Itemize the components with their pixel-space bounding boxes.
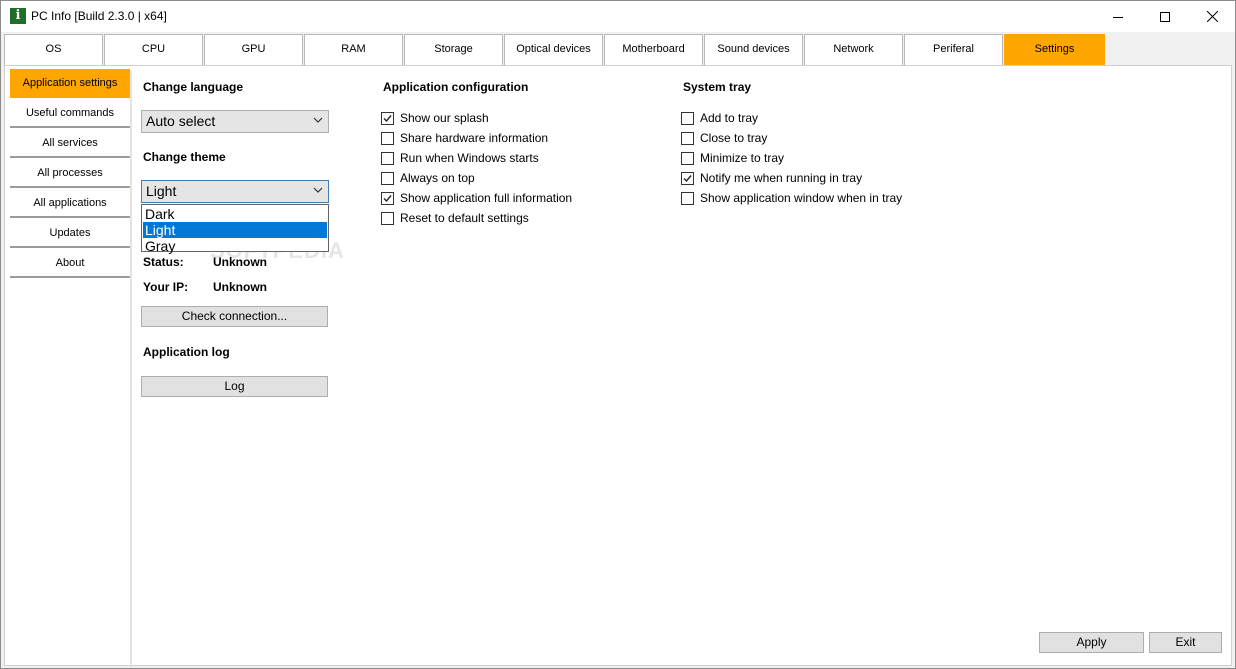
tab-os[interactable]: OS (4, 34, 103, 65)
checkbox-unchecked-icon[interactable] (681, 191, 694, 205)
sidebar-item-all-applications[interactable]: All applications (10, 189, 130, 218)
tray-option-checkbox[interactable]: Add to tray (681, 110, 758, 126)
minimize-button[interactable] (1095, 1, 1141, 32)
close-window-button[interactable] (1189, 1, 1235, 32)
exit-button[interactable]: Exit (1149, 632, 1222, 653)
language-select-value: Auto select (146, 113, 216, 129)
app-config-option-checkbox[interactable]: Show application full information (381, 190, 572, 206)
tray-option-checkbox[interactable]: Close to tray (681, 130, 767, 146)
window-title: PC Info [Build 2.3.0 | x64] (31, 9, 167, 23)
ip-label: Your IP: (143, 280, 189, 294)
tab-ram[interactable]: RAM (304, 34, 403, 65)
tray-option-checkbox[interactable]: Minimize to tray (681, 150, 784, 166)
status-label: Status: (143, 255, 184, 269)
app-config-option-label: Reset to default settings (400, 210, 529, 225)
tab-settings[interactable]: Settings (1004, 34, 1105, 65)
tab-periferal[interactable]: Periferal (904, 34, 1003, 65)
checkbox-unchecked-icon[interactable] (681, 151, 694, 165)
tab-gpu[interactable]: GPU (204, 34, 303, 65)
checkbox-unchecked-icon[interactable] (381, 131, 394, 145)
apply-button[interactable]: Apply (1039, 632, 1144, 653)
checkbox-unchecked-icon[interactable] (381, 211, 394, 225)
app-info-icon: i (10, 8, 26, 24)
theme-select[interactable]: Light (141, 180, 329, 203)
app-config-option-checkbox[interactable]: Reset to default settings (381, 210, 529, 226)
app-config-option-checkbox[interactable]: Always on top (381, 170, 475, 186)
app-config-option-label: Share hardware information (400, 130, 549, 145)
app-config-option-checkbox[interactable]: Share hardware information (381, 130, 548, 146)
theme-select-value: Light (146, 183, 177, 199)
chevron-down-icon (313, 187, 323, 193)
checkbox-checked-icon[interactable] (381, 111, 394, 125)
system-tray-heading: System tray (683, 80, 752, 94)
change-theme-heading: Change theme (143, 150, 226, 164)
tab-cpu[interactable]: CPU (104, 34, 203, 65)
tab-storage[interactable]: Storage (404, 34, 503, 65)
close-icon (1206, 11, 1218, 22)
app-window: i PC Info [Build 2.3.0 | x64] OS CPU GPU… (0, 0, 1236, 669)
application-log-heading: Application log (143, 345, 230, 359)
app-config-option-checkbox[interactable]: Show our splash (381, 110, 489, 126)
check-connection-button[interactable]: Check connection... (141, 306, 328, 327)
tab-optical-devices[interactable]: Optical devices (504, 34, 603, 65)
settings-panel: Application settings Useful commands All… (4, 65, 1232, 667)
tray-option-label: Show application window when in tray (700, 190, 903, 205)
app-config-option-label: Always on top (400, 170, 475, 185)
checkbox-checked-icon[interactable] (381, 191, 394, 205)
tab-network[interactable]: Network (804, 34, 903, 65)
tray-option-label: Minimize to tray (700, 150, 785, 165)
tray-option-checkbox[interactable]: Notify me when running in tray (681, 170, 862, 186)
sidebar-divider (130, 71, 132, 667)
tab-sound-devices[interactable]: Sound devices (704, 34, 803, 65)
sidebar-item-application-settings[interactable]: Application settings (10, 69, 130, 98)
tray-option-label: Close to tray (700, 130, 768, 145)
sidebar-item-about[interactable]: About (10, 249, 130, 278)
theme-dropdown-list: Dark Light Gray (141, 204, 329, 254)
ip-value: Unknown (213, 280, 267, 294)
checkbox-unchecked-icon[interactable] (381, 171, 394, 185)
tray-option-checkbox[interactable]: Show application window when in tray (681, 190, 902, 206)
sidebar-item-all-services[interactable]: All services (10, 129, 130, 158)
app-config-option-checkbox[interactable]: Run when Windows starts (381, 150, 539, 166)
tab-motherboard[interactable]: Motherboard (604, 34, 703, 65)
checkbox-unchecked-icon[interactable] (381, 151, 394, 165)
change-language-heading: Change language (143, 80, 244, 94)
sidebar-item-updates[interactable]: Updates (10, 219, 130, 248)
status-value: Unknown (213, 255, 267, 269)
checkbox-checked-icon[interactable] (681, 171, 694, 185)
maximize-icon (1160, 11, 1170, 22)
tray-option-label: Add to tray (700, 110, 759, 125)
application-configuration-heading: Application configuration (383, 80, 529, 94)
log-button[interactable]: Log (141, 376, 328, 397)
theme-option-dark[interactable]: Dark (143, 206, 327, 222)
theme-option-gray[interactable]: Gray (143, 238, 327, 254)
minimize-icon (1113, 16, 1123, 18)
tray-option-label: Notify me when running in tray (700, 170, 863, 185)
sidebar-item-all-processes[interactable]: All processes (10, 159, 130, 188)
language-select[interactable]: Auto select (141, 110, 329, 133)
app-config-option-label: Run when Windows starts (400, 150, 539, 165)
title-bar[interactable]: i PC Info [Build 2.3.0 | x64] (1, 1, 1235, 32)
sidebar-item-useful-commands[interactable]: Useful commands (10, 99, 130, 128)
theme-option-light[interactable]: Light (143, 222, 327, 238)
chevron-down-icon (313, 117, 323, 123)
maximize-button[interactable] (1142, 1, 1188, 32)
app-config-option-label: Show application full information (400, 190, 573, 205)
checkbox-unchecked-icon[interactable] (681, 111, 694, 125)
app-config-option-label: Show our splash (400, 110, 489, 125)
checkbox-unchecked-icon[interactable] (681, 131, 694, 145)
